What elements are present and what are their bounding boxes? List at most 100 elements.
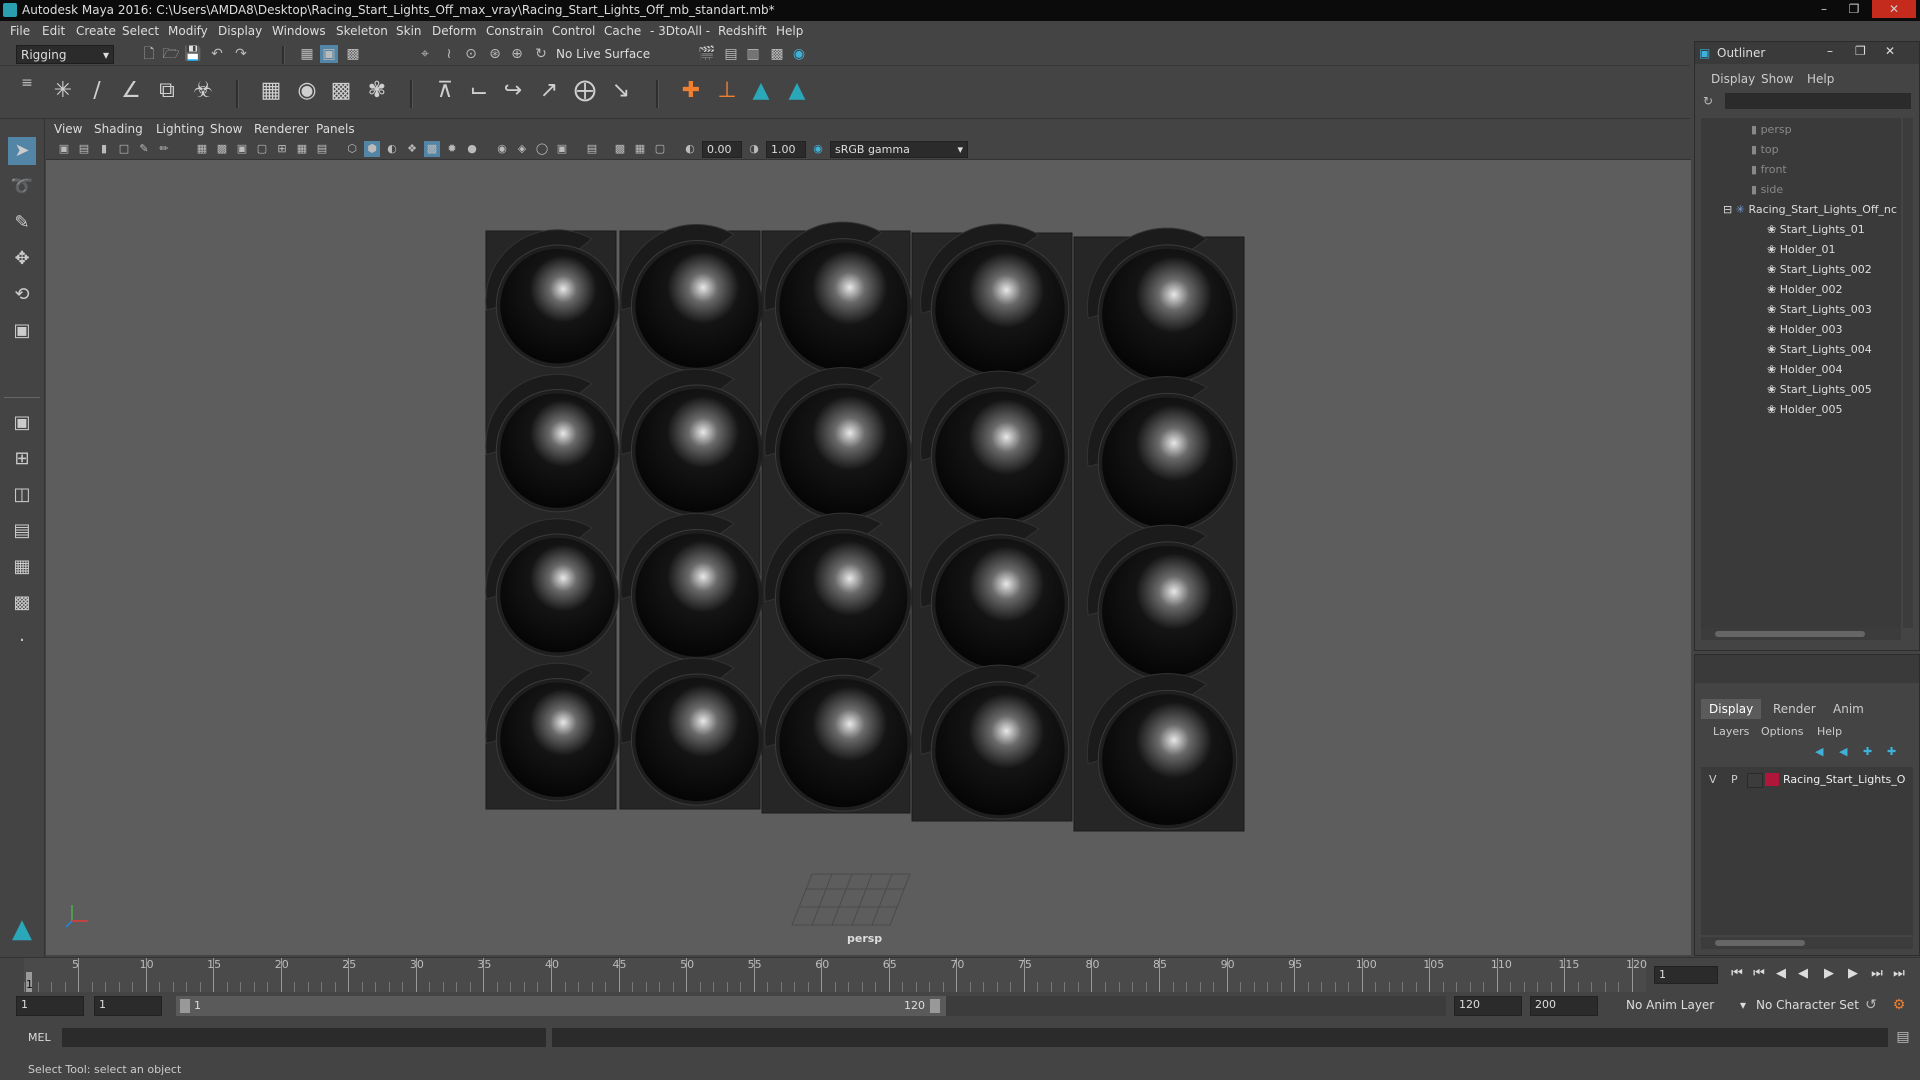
new-layer-selected-icon[interactable]: ✚ — [1887, 745, 1896, 758]
outliner-menu-show[interactable]: Show — [1761, 72, 1793, 86]
four-pane-layout-icon[interactable]: ⊞ — [8, 445, 36, 473]
outliner-item[interactable]: ❀ Start_Lights_004 — [1767, 343, 1872, 356]
ik-spline-icon[interactable]: ∠ — [116, 76, 146, 106]
camera-item-front[interactable]: ▮ front — [1751, 163, 1787, 176]
outliner-item[interactable]: ❀ Start_Lights_003 — [1767, 303, 1872, 316]
menu-deform[interactable]: Deform — [432, 24, 477, 38]
new-layer-icon[interactable]: ✚ — [1863, 745, 1872, 758]
render-frame-icon[interactable]: 🎬 — [698, 45, 716, 63]
command-language-label[interactable]: MEL — [28, 1031, 51, 1044]
playback-end-field[interactable]: 120 — [1454, 996, 1522, 1016]
outliner-menu-display[interactable]: Display — [1711, 72, 1755, 86]
menu-modify[interactable]: Modify — [168, 24, 208, 38]
current-frame-field[interactable]: 1 — [1654, 966, 1718, 984]
redo-icon[interactable]: ↷ — [232, 45, 250, 63]
persp-graph-layout-icon[interactable]: ▦ — [8, 553, 36, 581]
lasso-tool-icon[interactable]: ➰ — [8, 173, 36, 201]
close-icon[interactable]: ✕ — [1872, 0, 1916, 18]
range-start-handle[interactable] — [180, 999, 190, 1013]
playback-start-field[interactable]: 1 — [94, 996, 162, 1016]
tab-anim[interactable]: Anim — [1825, 699, 1872, 719]
command-input[interactable] — [62, 1028, 546, 1047]
scale-constraint-icon[interactable]: ↗ — [534, 76, 564, 106]
range-end-handle[interactable] — [930, 999, 940, 1013]
live-surface-label[interactable]: No Live Surface — [556, 47, 650, 61]
hypershade-layout-icon[interactable]: ▩ — [8, 589, 36, 617]
menu-select[interactable]: Select — [122, 24, 159, 38]
gamma-icon[interactable]: ◑ — [746, 141, 762, 157]
image-plane-icon[interactable]: □ — [116, 141, 132, 157]
layer-playback-toggle[interactable]: P — [1731, 773, 1738, 786]
menu-redshift[interactable]: Redshift — [718, 24, 767, 38]
layer-menu-help[interactable]: Help — [1817, 725, 1842, 738]
restore-icon[interactable]: ❐ — [1855, 44, 1866, 58]
menu-help[interactable]: Help — [776, 24, 803, 38]
live-surface-icon[interactable]: ↻ — [532, 45, 550, 63]
move-tool-icon[interactable]: ✥ — [8, 245, 36, 273]
gamma-field[interactable]: 1.00 — [766, 141, 806, 158]
xray-icon[interactable]: ▩ — [612, 141, 628, 157]
menu-create[interactable]: Create — [76, 24, 116, 38]
menu-skeleton[interactable]: Skeleton — [336, 24, 388, 38]
resolution-gate-icon[interactable]: ▣ — [234, 141, 250, 157]
depth-of-field-icon[interactable]: ▣ — [554, 141, 570, 157]
orient-constraint-icon[interactable]: ↪ — [498, 76, 528, 106]
outliner-hscrollbar[interactable] — [1701, 628, 1901, 640]
outliner-item[interactable]: ❀ Start_Lights_002 — [1767, 263, 1872, 276]
auto-key-icon[interactable]: ↺ — [1862, 996, 1880, 1014]
grid-toggle-icon[interactable]: ▦ — [194, 141, 210, 157]
layer-name[interactable]: Racing_Start_Lights_O — [1783, 773, 1905, 786]
render-view-icon[interactable]: ▤ — [722, 45, 740, 63]
close-icon[interactable]: ✕ — [1885, 44, 1895, 58]
field-chart-icon[interactable]: ⊞ — [274, 141, 290, 157]
open-scene-icon[interactable]: 🗁 — [162, 45, 180, 63]
locator-icon[interactable]: ✚ — [676, 76, 706, 106]
panel-menu-renderer[interactable]: Renderer — [254, 122, 309, 136]
shelf-menu-icon[interactable]: ≡ — [18, 74, 36, 92]
tab-render[interactable]: Render — [1765, 699, 1824, 719]
viewport-3d[interactable] — [46, 119, 1691, 955]
safe-action-icon[interactable]: ▦ — [294, 141, 310, 157]
camera-attributes-icon[interactable]: ▤ — [76, 141, 92, 157]
go-to-end-icon[interactable]: ⏭ — [1890, 966, 1908, 982]
outliner-item[interactable]: ❀ Holder_01 — [1767, 243, 1836, 256]
wireframe-on-shaded-icon[interactable]: ❖ — [404, 141, 420, 157]
layer-menu-layers[interactable]: Layers — [1713, 725, 1749, 738]
menu-edit[interactable]: Edit — [42, 24, 65, 38]
select-object-icon[interactable]: ▣ — [320, 45, 338, 63]
isolate-select-icon[interactable]: ▤ — [584, 141, 600, 157]
outliner-item[interactable]: ❀ Holder_003 — [1767, 323, 1843, 336]
step-forward-key-icon[interactable]: ⏭ — [1868, 966, 1886, 982]
save-scene-icon[interactable]: 💾 — [184, 45, 202, 63]
select-hierarchy-icon[interactable]: ▦ — [298, 45, 316, 63]
two-d-pan-icon[interactable]: ✎ — [136, 141, 152, 157]
color-management-icon[interactable]: ◉ — [810, 141, 826, 157]
exposure-field[interactable]: 0.00 — [702, 141, 742, 158]
anim-layer-select[interactable]: No Anim Layer ▾ — [1622, 996, 1746, 1016]
ik-handle-icon[interactable]: ∕ — [82, 76, 112, 106]
joint-tool-icon[interactable]: ✳ — [48, 76, 78, 106]
outliner-item[interactable]: ❀ Holder_005 — [1767, 403, 1843, 416]
scrollbar-thumb[interactable] — [1715, 631, 1865, 637]
move-layer-down-icon[interactable]: ◀ — [1839, 745, 1847, 758]
minimize-icon[interactable]: – — [1827, 44, 1833, 58]
animation-prefs-icon[interactable]: ⚙ — [1890, 996, 1908, 1014]
menu-control[interactable]: Control — [552, 24, 595, 38]
panel-menu-show[interactable]: Show — [210, 122, 242, 136]
snap-point-icon[interactable]: ⊙ — [462, 45, 480, 63]
step-back-key-icon[interactable]: ⏮ — [1750, 966, 1768, 982]
humanik-icon[interactable]: ☣ — [188, 76, 218, 106]
xray-joints-icon[interactable]: ▦ — [632, 141, 648, 157]
panel-menu-view[interactable]: View — [54, 122, 82, 136]
script-editor-icon[interactable]: ▤ — [1894, 1028, 1912, 1046]
maximize-icon[interactable]: ❐ — [1842, 0, 1866, 18]
gate-mask-icon[interactable]: ▢ — [254, 141, 270, 157]
xray-components-icon[interactable]: ▢ — [652, 141, 668, 157]
tab-display[interactable]: Display — [1701, 699, 1762, 719]
paint-select-icon[interactable]: ✎ — [8, 209, 36, 237]
film-gate-icon[interactable]: ▩ — [214, 141, 230, 157]
safe-title-icon[interactable]: ▤ — [314, 141, 330, 157]
shadows-icon[interactable]: ● — [464, 141, 480, 157]
snap-surface-icon[interactable]: ⊕ — [508, 45, 526, 63]
scene-end-field[interactable]: 200 — [1530, 996, 1598, 1016]
